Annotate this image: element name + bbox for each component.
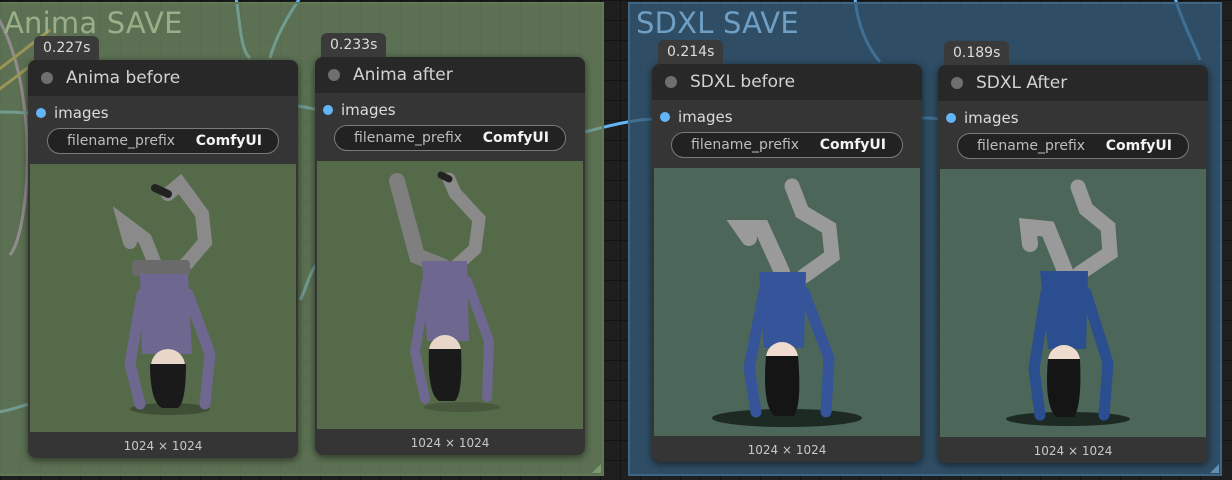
input-label: images [964, 109, 1019, 127]
filename-prefix-widget[interactable]: filename_prefix ComfyUI [334, 125, 566, 151]
group-title[interactable]: Anima SAVE [4, 6, 183, 40]
input-label: images [54, 104, 109, 122]
node-sdxl-before[interactable]: 0.214s SDXL before images filename_prefi… [652, 40, 922, 462]
node-title[interactable]: Anima after [353, 65, 453, 85]
node-sdxl-after[interactable]: 0.189s SDXL After images filename_prefix… [938, 41, 1208, 463]
execution-time-badge: 0.227s [34, 36, 100, 60]
input-socket[interactable] [946, 113, 956, 123]
node-title[interactable]: Anima before [66, 68, 180, 88]
group-resize-handle[interactable] [1210, 464, 1219, 473]
group-title[interactable]: SDXL SAVE [636, 6, 799, 40]
input-images[interactable]: images [28, 104, 228, 122]
execution-time-badge: 0.189s [944, 41, 1010, 65]
node-title[interactable]: SDXL before [690, 72, 795, 92]
input-label: images [341, 101, 396, 119]
node-header[interactable]: Anima before [28, 60, 298, 96]
input-label: images [678, 108, 733, 126]
node-anima-after[interactable]: 0.233s Anima after images filename_prefi… [315, 33, 585, 455]
widget-value[interactable]: ComfyUI [196, 133, 262, 150]
widget-name: filename_prefix [354, 130, 463, 146]
node-header[interactable]: SDXL before [652, 64, 922, 100]
node-header[interactable]: Anima after [315, 57, 585, 93]
node-status-dot[interactable] [41, 72, 53, 84]
input-socket[interactable] [36, 108, 46, 118]
widget-name: filename_prefix [691, 137, 800, 153]
image-preview[interactable] [317, 161, 583, 429]
image-dimensions: 1024 × 1024 [1033, 444, 1113, 458]
preview-figure [1006, 179, 1130, 426]
preview-figure [389, 171, 500, 412]
node-status-dot[interactable] [951, 77, 963, 89]
node-title[interactable]: SDXL After [976, 73, 1067, 93]
input-socket[interactable] [323, 105, 333, 115]
widget-name: filename_prefix [67, 133, 176, 149]
node-status-dot[interactable] [665, 76, 677, 88]
input-images[interactable]: images [652, 108, 852, 126]
filename-prefix-widget[interactable]: filename_prefix ComfyUI [957, 133, 1189, 159]
image-dimensions: 1024 × 1024 [747, 443, 827, 457]
filename-prefix-widget[interactable]: filename_prefix ComfyUI [671, 132, 903, 158]
widget-value[interactable]: ComfyUI [1106, 138, 1172, 155]
execution-time-badge: 0.214s [658, 40, 724, 64]
image-preview[interactable] [30, 164, 296, 432]
node-header[interactable]: SDXL After [938, 65, 1208, 101]
node-anima-before[interactable]: 0.227s Anima before images filename_pref… [28, 36, 298, 458]
input-images[interactable]: images [315, 101, 515, 119]
image-preview[interactable] [654, 168, 920, 436]
widget-value[interactable]: ComfyUI [483, 130, 549, 147]
input-images[interactable]: images [938, 109, 1138, 127]
filename-prefix-widget[interactable]: filename_prefix ComfyUI [47, 128, 279, 154]
preview-figure [112, 173, 216, 415]
image-preview[interactable] [940, 169, 1206, 437]
image-dimensions: 1024 × 1024 [123, 439, 203, 453]
execution-time-badge: 0.233s [321, 33, 387, 57]
image-dimensions: 1024 × 1024 [410, 436, 490, 450]
group-resize-handle[interactable] [592, 464, 601, 473]
node-canvas[interactable]: Anima SAVE SDXL SAVE 0.227s Anima before… [0, 0, 1232, 480]
preview-figure [712, 178, 862, 427]
input-socket[interactable] [660, 112, 670, 122]
widget-value[interactable]: ComfyUI [820, 137, 886, 154]
widget-name: filename_prefix [977, 138, 1086, 154]
node-status-dot[interactable] [328, 69, 340, 81]
